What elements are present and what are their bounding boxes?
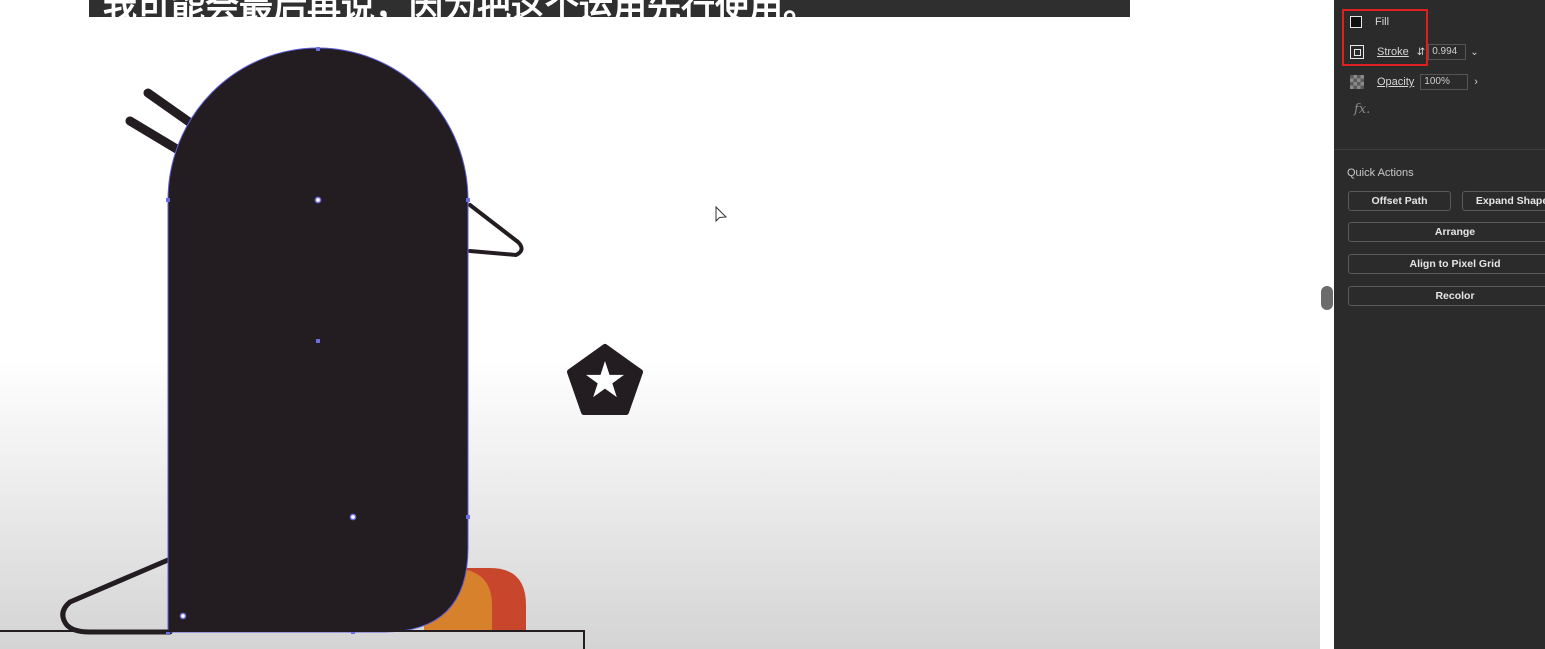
hair-strand bbox=[125, 116, 185, 156]
left-arm bbox=[60, 557, 173, 635]
fx-button[interactable]: fx. bbox=[1354, 102, 1370, 117]
annotation-highlight-box bbox=[1342, 9, 1428, 66]
stroke-weight-input[interactable]: 0.994 bbox=[1428, 44, 1467, 60]
properties-panel: Fill Stroke ⇵ 0.994 ⌄ Opacity 100% › fx.… bbox=[1334, 0, 1545, 649]
canvas-scroll-gutter bbox=[1320, 0, 1334, 649]
recolor-button[interactable]: Recolor bbox=[1348, 286, 1545, 306]
canvas-scrollbar-thumb[interactable] bbox=[1321, 286, 1333, 310]
offset-path-button[interactable]: Offset Path bbox=[1348, 191, 1451, 211]
right-arm bbox=[468, 203, 524, 257]
opacity-row[interactable]: Opacity 100% › bbox=[1350, 73, 1478, 91]
arrange-button[interactable]: Arrange bbox=[1348, 222, 1545, 242]
panel-divider bbox=[1334, 149, 1545, 150]
opacity-input[interactable]: 100% bbox=[1420, 74, 1469, 90]
chevron-right-icon[interactable]: › bbox=[1474, 76, 1478, 88]
arrow-cursor-icon bbox=[715, 205, 728, 223]
chevron-down-icon[interactable]: ⌄ bbox=[1470, 47, 1478, 58]
opacity-swatch bbox=[1350, 75, 1364, 89]
expand-shape-button[interactable]: Expand Shape bbox=[1462, 191, 1545, 211]
align-pixel-grid-button[interactable]: Align to Pixel Grid bbox=[1348, 254, 1545, 274]
opacity-label[interactable]: Opacity bbox=[1377, 76, 1414, 88]
quick-actions-title: Quick Actions bbox=[1347, 167, 1414, 179]
pentagon-star-icon bbox=[567, 344, 643, 415]
artwork bbox=[0, 47, 728, 649]
artboard-canvas[interactable]: 我可能会最后再说，因为把这个运用先行使用。 bbox=[0, 0, 1320, 649]
hair-strand bbox=[143, 88, 197, 129]
